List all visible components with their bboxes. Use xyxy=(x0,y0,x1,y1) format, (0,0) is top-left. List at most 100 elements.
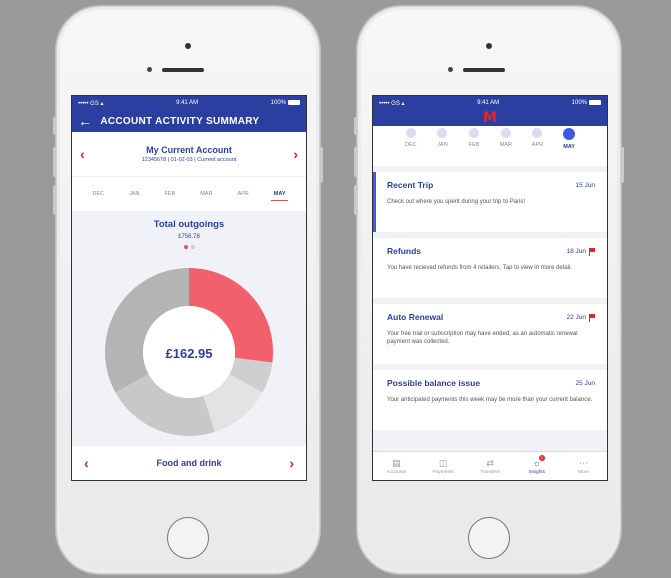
battery-icon xyxy=(288,99,300,105)
tab-month-may[interactable]: MAY xyxy=(270,191,289,201)
carrier-signal: ••••• GS ▴ xyxy=(78,100,104,107)
notification-badge: 2 xyxy=(538,454,545,461)
back-arrow-icon[interactable]: ← xyxy=(78,113,92,129)
donut-center-amount: £162.95 xyxy=(166,346,213,361)
accounts-icon: ▤ xyxy=(392,457,401,468)
month-dot xyxy=(500,128,511,138)
timeline-month-apr[interactable]: APR xyxy=(525,126,549,150)
battery-icon xyxy=(589,99,601,105)
payments-icon: ◫ xyxy=(438,457,448,468)
tab-more[interactable]: ⋯ More xyxy=(564,458,604,475)
account-name: My Current Account xyxy=(146,145,232,155)
outgoings-chart-panel: Total outgoings £756.78 £162.95 xyxy=(72,211,306,455)
account-info: My Current Account 12345678 | 01-02-03 |… xyxy=(142,145,237,163)
transfers-icon: ⇄ xyxy=(486,457,494,468)
tab-month-mar[interactable]: MAR xyxy=(200,191,212,197)
account-details: 12345678 | 01-02-03 | Current account xyxy=(141,157,237,163)
status-bar: ••••• GS ▴ 9:41 AM 100% xyxy=(373,96,607,110)
card-title: Refunds xyxy=(387,246,421,256)
card-title: Possible balance issue xyxy=(387,378,481,388)
card-title: Auto Renewal xyxy=(387,312,444,322)
status-time: 9:41 AM xyxy=(477,100,500,106)
tab-month-feb[interactable]: FEB xyxy=(165,191,176,197)
volume-up xyxy=(354,147,357,177)
insight-card-auto-renewal[interactable]: Auto Renewal 22 Jun Your free trial or s… xyxy=(373,304,607,364)
sensor xyxy=(448,67,453,72)
sensor xyxy=(147,67,152,72)
insight-card-refunds[interactable]: Refunds 18 Jun You have recieved refunds… xyxy=(373,238,607,298)
flag-icon xyxy=(589,313,595,322)
timeline-month-mar[interactable]: MAR xyxy=(494,126,518,150)
tab-month-apr[interactable]: APR xyxy=(237,191,248,197)
card-date: 22 Jun xyxy=(566,313,595,322)
timeline-month-jan[interactable]: JAN xyxy=(430,126,454,150)
timeline-month-dec[interactable]: DEC xyxy=(399,126,423,150)
page-title: ACCOUNT ACTIVITY SUMMARY xyxy=(100,115,260,127)
tab-transfers[interactable]: ⇄ Transfers xyxy=(470,458,510,475)
insight-card-balance-issue[interactable]: Possible balance issue 25 Jun Your antic… xyxy=(373,370,607,430)
insight-cards: Recent Trip 15 Jun Check out where you s… xyxy=(373,166,607,462)
tab-month-dec[interactable]: DEC xyxy=(93,191,105,197)
silent-switch xyxy=(53,117,56,135)
tab-payments[interactable]: ◫ Payments xyxy=(423,458,463,475)
home-button[interactable] xyxy=(468,517,510,559)
chevron-right-icon[interactable]: › xyxy=(289,455,294,471)
screen-account-summary: ••••• GS ▴ 9:41 AM 100% ← ACCOUNT ACTIVI… xyxy=(71,95,307,481)
card-date: 15 Jun xyxy=(575,181,595,189)
month-tabs: DEC JAN FEB MAR APR MAY xyxy=(72,177,306,211)
month-dot xyxy=(469,128,480,138)
month-timeline: DEC JAN FEB MAR APR MAY xyxy=(373,126,607,166)
tab-accounts[interactable]: ▤ Accounts xyxy=(376,458,416,475)
page-indicator xyxy=(72,245,306,249)
volume-up xyxy=(53,147,56,177)
battery-indicator: 100% xyxy=(572,99,601,106)
month-dot-active xyxy=(563,128,576,140)
total-outgoings-title: Total outgoings xyxy=(153,219,225,230)
brand-logo: M xyxy=(483,110,497,126)
earpiece-speaker xyxy=(463,68,505,72)
power-button xyxy=(621,147,624,183)
tab-insights[interactable]: ☼ 2 Insights xyxy=(517,454,557,475)
category-switcher: ‹ Food and drink › xyxy=(72,446,306,480)
header-bar: ← ACCOUNT ACTIVITY SUMMARY xyxy=(72,110,306,132)
status-time: 9:41 AM xyxy=(176,100,199,106)
carrier-signal: ••••• GS ▴ xyxy=(379,100,405,107)
insight-card-recent-trip[interactable]: Recent Trip 15 Jun Check out where you s… xyxy=(373,172,607,232)
timeline-month-may[interactable]: MAY xyxy=(557,126,581,150)
earpiece-speaker xyxy=(162,68,204,72)
card-title: Recent Trip xyxy=(387,180,434,190)
spending-donut-chart[interactable]: £162.95 xyxy=(103,266,275,438)
category-label: Food and drink xyxy=(156,458,222,468)
chevron-left-icon[interactable]: ‹ xyxy=(84,455,89,471)
status-bar: ••••• GS ▴ 9:41 AM 100% xyxy=(72,96,306,110)
card-date: 18 Jun xyxy=(566,247,595,256)
card-description: You have recieved refunds from 4 retaile… xyxy=(387,265,573,271)
month-dot xyxy=(405,128,416,138)
page-dot-active[interactable] xyxy=(183,245,188,249)
total-outgoings-value: £756.78 xyxy=(178,234,200,240)
card-description: Your free trial or subscription may have… xyxy=(387,331,578,346)
home-button[interactable] xyxy=(167,517,209,559)
bottom-tab-bar: ▤ Accounts ◫ Payments ⇄ Transfers ☼ 2 Ins… xyxy=(373,451,607,480)
card-description: Check out where you spent during your tr… xyxy=(387,199,526,205)
volume-down xyxy=(354,185,357,215)
chevron-right-icon[interactable]: › xyxy=(293,146,298,162)
silent-switch xyxy=(354,117,357,135)
month-dot xyxy=(532,128,543,138)
header-bar: M xyxy=(373,110,607,126)
timeline-month-feb[interactable]: FEB xyxy=(462,126,486,150)
tab-month-jan[interactable]: JAN xyxy=(129,191,139,197)
chevron-left-icon[interactable]: ‹ xyxy=(80,146,85,162)
card-description: Your anticipated payments this week may … xyxy=(387,397,593,403)
more-icon: ⋯ xyxy=(579,457,589,468)
insights-icon: ☼ 2 xyxy=(532,454,545,468)
month-dot xyxy=(437,128,448,138)
front-camera xyxy=(185,43,191,49)
card-date: 25 Jun xyxy=(575,379,595,387)
front-camera xyxy=(486,43,492,49)
flag-icon xyxy=(589,247,595,256)
page-dot[interactable] xyxy=(190,245,195,249)
power-button xyxy=(320,147,323,183)
account-switcher: ‹ My Current Account 12345678 | 01-02-03… xyxy=(72,132,306,177)
phone-left: ••••• GS ▴ 9:41 AM 100% ← ACCOUNT ACTIVI… xyxy=(53,6,323,574)
